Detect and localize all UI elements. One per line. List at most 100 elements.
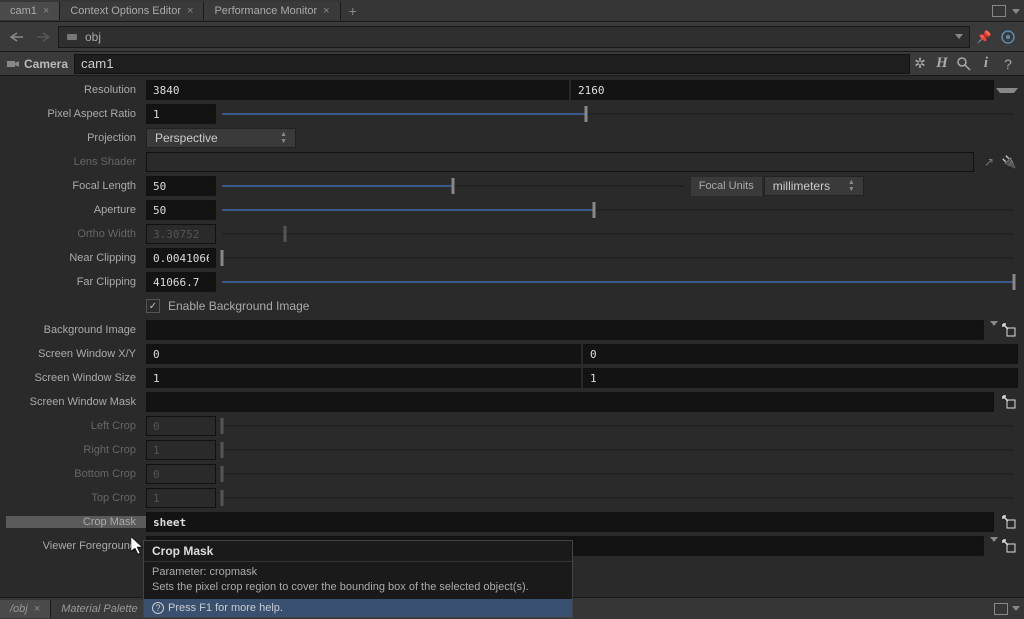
dropdown-icon[interactable] xyxy=(990,537,998,542)
search-icon[interactable] xyxy=(954,54,974,74)
parameters-panel: Resolution Pixel Aspect Ratio Projection… xyxy=(0,76,1024,591)
close-icon[interactable]: × xyxy=(43,5,49,17)
back-button[interactable] xyxy=(6,27,28,47)
screen-size-x-input[interactable] xyxy=(146,368,581,388)
picker-icon[interactable] xyxy=(1000,537,1018,555)
menu-triangle-icon[interactable] xyxy=(1012,606,1020,611)
tab-context-options[interactable]: Context Options Editor × xyxy=(60,2,204,20)
top-crop-input xyxy=(146,488,216,508)
aperture-slider[interactable] xyxy=(222,209,1014,211)
ortho-width-input xyxy=(146,224,216,244)
lens-shader-input xyxy=(146,152,974,172)
resolution-x-input[interactable] xyxy=(146,80,569,100)
focal-length-slider[interactable] xyxy=(222,185,685,187)
param-label: Background Image xyxy=(6,324,146,336)
dropdown-icon[interactable] xyxy=(996,88,1018,93)
node-header: Camera ✲ H i ? xyxy=(0,52,1024,76)
param-far-clipping: Far Clipping xyxy=(0,270,1024,294)
forward-button[interactable] xyxy=(32,27,54,47)
param-label: Screen Window X/Y xyxy=(6,348,146,360)
param-bg-image: Background Image xyxy=(0,318,1024,342)
aperture-input[interactable] xyxy=(146,200,216,220)
param-label: Top Crop xyxy=(6,492,146,504)
param-focal-length: Focal Length Focal Units millimeters ▲▼ xyxy=(0,174,1024,198)
info-icon[interactable]: i xyxy=(976,54,996,74)
param-left-crop: Left Crop xyxy=(0,414,1024,438)
param-label: Crop Mask xyxy=(6,516,146,528)
tab-cam1[interactable]: cam1 × xyxy=(0,2,60,20)
far-clipping-slider[interactable] xyxy=(222,281,1014,283)
param-label: Far Clipping xyxy=(6,276,146,288)
bottom-crop-input xyxy=(146,464,216,484)
node-type-label: Camera xyxy=(6,57,68,71)
near-clipping-slider[interactable] xyxy=(222,257,1014,259)
tooltip-title: Crop Mask xyxy=(144,541,572,562)
chevron-updown-icon: ▲▼ xyxy=(280,131,287,145)
param-screen-xy: Screen Window X/Y xyxy=(0,342,1024,366)
dropdown-icon[interactable] xyxy=(990,321,998,326)
top-crop-slider xyxy=(222,497,1014,499)
screen-x-input[interactable] xyxy=(146,344,581,364)
left-crop-slider xyxy=(222,425,1014,427)
picker-icon[interactable] xyxy=(1000,321,1018,339)
help-icon[interactable]: ? xyxy=(998,54,1018,74)
checkbox-label: Enable Background Image xyxy=(168,299,309,313)
param-label: Bottom Crop xyxy=(6,468,146,480)
screen-mask-input[interactable] xyxy=(146,392,994,412)
param-label: Pixel Aspect Ratio xyxy=(6,108,146,120)
ortho-width-slider xyxy=(222,233,1014,235)
param-resolution: Resolution xyxy=(0,78,1024,102)
param-pixel-aspect: Pixel Aspect Ratio xyxy=(0,102,1024,126)
enable-bg-checkbox[interactable]: ✓ Enable Background Image xyxy=(146,299,1018,313)
help-icon: ? xyxy=(152,602,164,614)
tab-label: Context Options Editor xyxy=(70,5,181,17)
add-tab-button[interactable]: + xyxy=(341,0,365,22)
param-projection: Projection Perspective ▲▼ xyxy=(0,126,1024,150)
focal-units-dropdown[interactable]: millimeters ▲▼ xyxy=(764,176,864,196)
node-icon xyxy=(65,30,79,44)
pixel-aspect-input[interactable] xyxy=(146,104,216,124)
screen-size-y-input[interactable] xyxy=(583,368,1018,388)
right-crop-slider xyxy=(222,449,1014,451)
houdini-icon[interactable]: H xyxy=(932,54,952,74)
left-crop-input xyxy=(146,416,216,436)
bottom-tab-material-palette[interactable]: Material Palette xyxy=(51,600,148,618)
param-enable-bg: ✓ Enable Background Image xyxy=(0,294,1024,318)
tooltip: Crop Mask Parameter: cropmask Sets the p… xyxy=(143,540,573,618)
tab-performance-monitor[interactable]: Performance Monitor × xyxy=(204,2,340,20)
bg-image-input[interactable] xyxy=(146,320,984,340)
pixel-aspect-slider[interactable] xyxy=(222,113,1014,115)
near-clipping-input[interactable] xyxy=(146,248,216,268)
resolution-y-input[interactable] xyxy=(571,80,994,100)
param-top-crop: Top Crop xyxy=(0,486,1024,510)
dropdown-arrow-icon[interactable] xyxy=(955,34,963,39)
param-label: Left Crop xyxy=(6,420,146,432)
focal-length-input[interactable] xyxy=(146,176,216,196)
picker-icon[interactable] xyxy=(1000,513,1018,531)
gear-icon[interactable]: ✲ xyxy=(910,54,930,74)
bottom-tab-obj[interactable]: /obj × xyxy=(0,600,51,618)
close-icon[interactable]: × xyxy=(34,603,40,615)
projection-dropdown[interactable]: Perspective ▲▼ xyxy=(146,128,296,148)
node-name-input[interactable] xyxy=(74,54,910,74)
checkbox-icon: ✓ xyxy=(146,299,160,313)
param-crop-mask: Crop Mask xyxy=(0,510,1024,534)
pin-icon[interactable]: 📌 xyxy=(974,27,994,47)
window-layout-icon[interactable] xyxy=(994,603,1008,615)
param-aperture: Aperture xyxy=(0,198,1024,222)
picker-icon[interactable] xyxy=(1000,393,1018,411)
focal-units-label: Focal Units xyxy=(691,177,762,196)
top-tabbar: cam1 × Context Options Editor × Performa… xyxy=(0,0,1024,22)
window-layout-icon[interactable] xyxy=(992,5,1006,17)
menu-triangle-icon[interactable] xyxy=(1012,9,1020,14)
param-label: Screen Window Size xyxy=(6,372,146,384)
far-clipping-input[interactable] xyxy=(146,272,216,292)
close-icon[interactable]: × xyxy=(187,5,193,17)
close-icon[interactable]: × xyxy=(323,5,329,17)
screen-y-input[interactable] xyxy=(583,344,1018,364)
target-icon[interactable] xyxy=(998,27,1018,47)
param-near-clipping: Near Clipping xyxy=(0,246,1024,270)
path-input[interactable]: obj xyxy=(58,26,970,48)
crop-mask-input[interactable] xyxy=(146,512,994,532)
param-label: Lens Shader xyxy=(6,156,146,168)
